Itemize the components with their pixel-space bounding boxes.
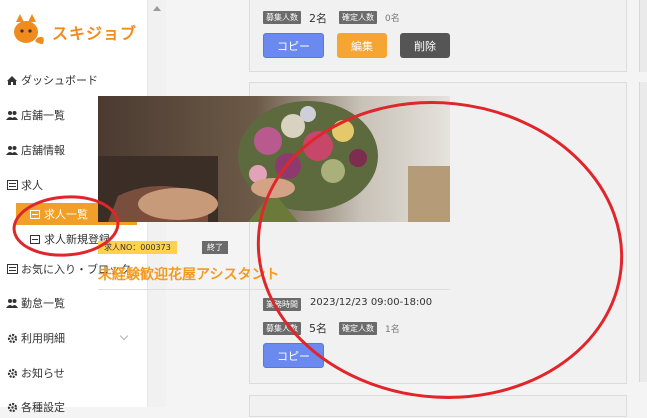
next-column-card <box>639 82 647 382</box>
home-icon <box>6 74 18 86</box>
sidebar-item-label: 各種設定 <box>21 401 65 414</box>
job-number-badge: 求人NO：000373 <box>98 241 177 254</box>
job-photo <box>98 96 450 222</box>
users-icon <box>6 297 18 309</box>
sidebar-item-usage[interactable]: 利用明細 <box>6 327 141 349</box>
fox-logo-icon <box>14 14 44 44</box>
sidebar-item-notice[interactable]: お知らせ <box>6 362 141 384</box>
delete-button[interactable]: 削除 <box>400 33 450 58</box>
list-icon <box>30 209 40 219</box>
gear-icon <box>6 332 18 344</box>
job-card-next <box>249 395 627 417</box>
sidebar-item-label: 勤怠一覧 <box>21 297 65 310</box>
edit-button[interactable]: 編集 <box>337 33 387 58</box>
sidebar-item-label: 店舗情報 <box>21 144 65 157</box>
list-icon <box>30 234 40 244</box>
sidebar-item-attendance[interactable]: 勤怠一覧 <box>6 292 141 314</box>
recruit-count-label: 募集人数 <box>263 11 301 24</box>
list-icon <box>6 179 18 191</box>
copy-button[interactable]: コピー <box>263 33 324 58</box>
confirmed-count-label: 確定人数 <box>339 322 377 335</box>
recruit-count-value: 2名 <box>309 12 327 25</box>
sidebar-item-label: 利用明細 <box>21 332 65 345</box>
next-column-card <box>639 0 647 72</box>
recruit-count-value: 5名 <box>309 322 327 335</box>
copy-button[interactable]: コピー <box>263 343 324 368</box>
sidebar-subitem-label: 求人一覧 <box>44 208 88 221</box>
status-badge: 終了 <box>202 241 228 254</box>
work-time-value: 2023/12/23 09:00-18:00 <box>310 297 433 308</box>
gear-icon <box>6 367 18 379</box>
chevron-down-icon <box>119 331 129 341</box>
confirmed-count-value: 0名 <box>385 14 400 24</box>
sidebar-item-label: ダッシュボード <box>21 74 98 87</box>
divider <box>98 289 450 290</box>
work-time-label: 業務時間 <box>263 298 301 311</box>
users-icon <box>6 109 18 121</box>
recruit-count-label: 募集人数 <box>263 322 301 335</box>
sidebar-item-dashboard[interactable]: ダッシュボード <box>6 69 141 91</box>
sidebar-item-label: お知らせ <box>21 367 65 380</box>
sidebar-item-settings[interactable]: 各種設定 <box>6 396 141 418</box>
confirmed-count-label: 確定人数 <box>339 11 377 24</box>
brand-name: スキジョブ <box>52 24 138 43</box>
confirmed-count-value: 1名 <box>385 325 400 335</box>
list-icon <box>6 263 18 275</box>
sidebar-item-label: 店舗一覧 <box>21 109 65 122</box>
scroll-up-icon[interactable] <box>153 6 161 11</box>
job-title[interactable]: 未経験歓迎花屋アシスタント <box>98 264 279 284</box>
sidebar-item-label: 求人 <box>21 179 43 192</box>
gear-icon <box>6 401 18 413</box>
users-icon <box>6 144 18 156</box>
